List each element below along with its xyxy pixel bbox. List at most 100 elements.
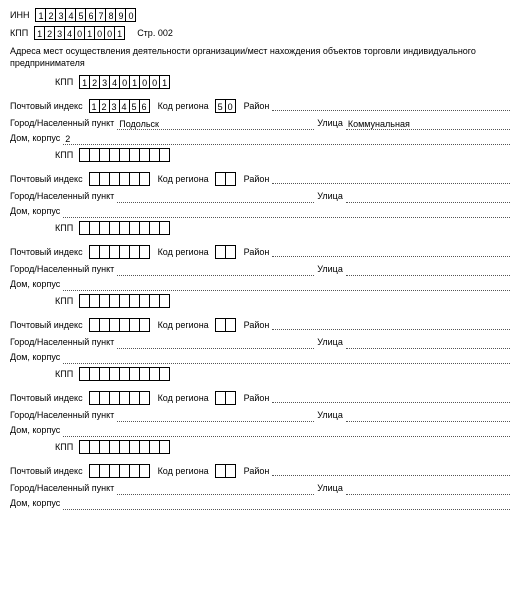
cell[interactable]: [139, 245, 150, 259]
address-block: КПП123401001Почтовый индекс123456Код рег…: [10, 75, 510, 145]
house-field[interactable]: [63, 281, 510, 291]
block-kpp-row: КПП: [55, 148, 510, 162]
house-label: Дом, корпус: [10, 132, 60, 145]
inn-row: ИНН 1234567890: [10, 8, 510, 22]
district-label: Район: [244, 174, 270, 184]
house-field[interactable]: [63, 208, 510, 218]
kpp-label: КПП: [55, 223, 73, 233]
cell[interactable]: [225, 245, 236, 259]
street-label: Улица: [317, 190, 343, 203]
city-label: Город/Населенный пункт: [10, 263, 114, 276]
cell[interactable]: [159, 221, 170, 235]
district-field[interactable]: [272, 174, 510, 184]
cell[interactable]: [139, 391, 150, 405]
address-block: КПППочтовый индексКод регионаРайонГород/…: [10, 294, 510, 364]
city-street-row: Город/Населенный пункт Улица: [10, 190, 510, 203]
house-field[interactable]: [63, 500, 510, 510]
cell[interactable]: 0: [125, 8, 136, 22]
postal-label: Почтовый индекс: [10, 320, 83, 330]
street-label: Улица: [317, 263, 343, 276]
address-block: КПП Почтовый индексКод регионаРайон Город/…: [10, 148, 510, 218]
district-field[interactable]: [272, 101, 510, 111]
house-label: Дом, корпус: [10, 351, 60, 364]
district-label: Район: [244, 320, 270, 330]
region-code-label: Код региона: [158, 466, 209, 476]
cell[interactable]: [225, 464, 236, 478]
postal-label: Почтовый индекс: [10, 174, 83, 184]
house-row: Дом, корпус: [10, 278, 510, 291]
block-kpp-row: КПП: [55, 294, 510, 308]
street-field[interactable]: [346, 412, 510, 422]
postal-row: Почтовый индексКод регионаРайон: [10, 245, 510, 259]
city-field[interactable]: [117, 339, 314, 349]
kpp-row: КПП 123401001 Стр. 002: [10, 26, 510, 40]
street-field[interactable]: [346, 193, 510, 203]
district-label: Район: [244, 247, 270, 257]
house-row: Дом, корпус: [10, 424, 510, 437]
kpp-label: КПП: [55, 77, 73, 87]
city-field[interactable]: [117, 412, 314, 422]
cell[interactable]: [159, 367, 170, 381]
postal-label: Почтовый индекс: [10, 393, 83, 403]
city-field[interactable]: [117, 193, 314, 203]
city-label: Город/Населенный пункт: [10, 190, 114, 203]
postal-label: Почтовый индекс: [10, 466, 83, 476]
inn-label: ИНН: [10, 10, 29, 20]
region-code-label: Код региона: [158, 393, 209, 403]
block-kpp-row: КПП123401001: [55, 75, 510, 89]
cell[interactable]: [139, 318, 150, 332]
block-kpp-row: КПП: [55, 367, 510, 381]
cell[interactable]: 0: [225, 99, 236, 113]
kpp-label: КПП: [10, 28, 28, 38]
page-label: Стр. 002: [137, 28, 173, 38]
cell[interactable]: [225, 318, 236, 332]
postal-label: Почтовый индекс: [10, 101, 83, 111]
address-blocks: КПП123401001Почтовый индекс123456Код рег…: [10, 75, 510, 510]
street-field[interactable]: [346, 339, 510, 349]
district-field[interactable]: [272, 393, 510, 403]
street-field[interactable]: [346, 485, 510, 495]
kpp-label: КПП: [55, 369, 73, 379]
house-field[interactable]: 2: [63, 135, 510, 145]
district-field[interactable]: [272, 247, 510, 257]
house-field[interactable]: [63, 427, 510, 437]
city-street-row: Город/Населенный пунктУлица: [10, 482, 510, 495]
city-field[interactable]: [117, 485, 314, 495]
cell[interactable]: 6: [139, 99, 150, 113]
house-row: Дом, корпус: [10, 205, 510, 218]
street-field[interactable]: [346, 266, 510, 276]
city-field[interactable]: [117, 266, 314, 276]
cell[interactable]: [159, 148, 170, 162]
city-street-row: Город/Населенный пункт Улица: [10, 263, 510, 276]
street-label: Улица: [317, 409, 343, 422]
city-field[interactable]: Подольск: [117, 120, 314, 130]
street-label: Улица: [317, 482, 343, 495]
cell[interactable]: [139, 464, 150, 478]
cell[interactable]: [225, 391, 236, 405]
postal-row: Почтовый индекс123456Код региона50Район: [10, 99, 510, 113]
cell[interactable]: [159, 294, 170, 308]
city-label: Город/Населенный пункт: [10, 409, 114, 422]
house-row: Дом, корпус2: [10, 132, 510, 145]
cell[interactable]: 1: [114, 26, 125, 40]
cell[interactable]: 1: [159, 75, 170, 89]
house-row: Дом, корпус: [10, 351, 510, 364]
kpp-label: КПП: [55, 150, 73, 160]
postal-row: Почтовый индексКод регионаРайон: [10, 172, 510, 186]
city-street-row: Город/Населенный пунктПодольскУлицаКомму…: [10, 117, 510, 130]
house-field[interactable]: [63, 354, 510, 364]
cell[interactable]: [139, 172, 150, 186]
district-label: Район: [244, 393, 270, 403]
house-label: Дом, корпус: [10, 497, 60, 510]
city-label: Город/Населенный пункт: [10, 117, 114, 130]
district-field[interactable]: [272, 320, 510, 330]
street-label: Улица: [317, 336, 343, 349]
region-code-label: Код региона: [158, 320, 209, 330]
cell[interactable]: [159, 440, 170, 454]
postal-row: Почтовый индекс Код региона Район: [10, 318, 510, 332]
district-field[interactable]: [272, 466, 510, 476]
cell[interactable]: [225, 172, 236, 186]
street-label: Улица: [317, 117, 343, 130]
street-field[interactable]: Коммунальная: [346, 120, 510, 130]
address-block: КПП Почтовый индекс Код региона Район Город/…: [10, 367, 510, 437]
